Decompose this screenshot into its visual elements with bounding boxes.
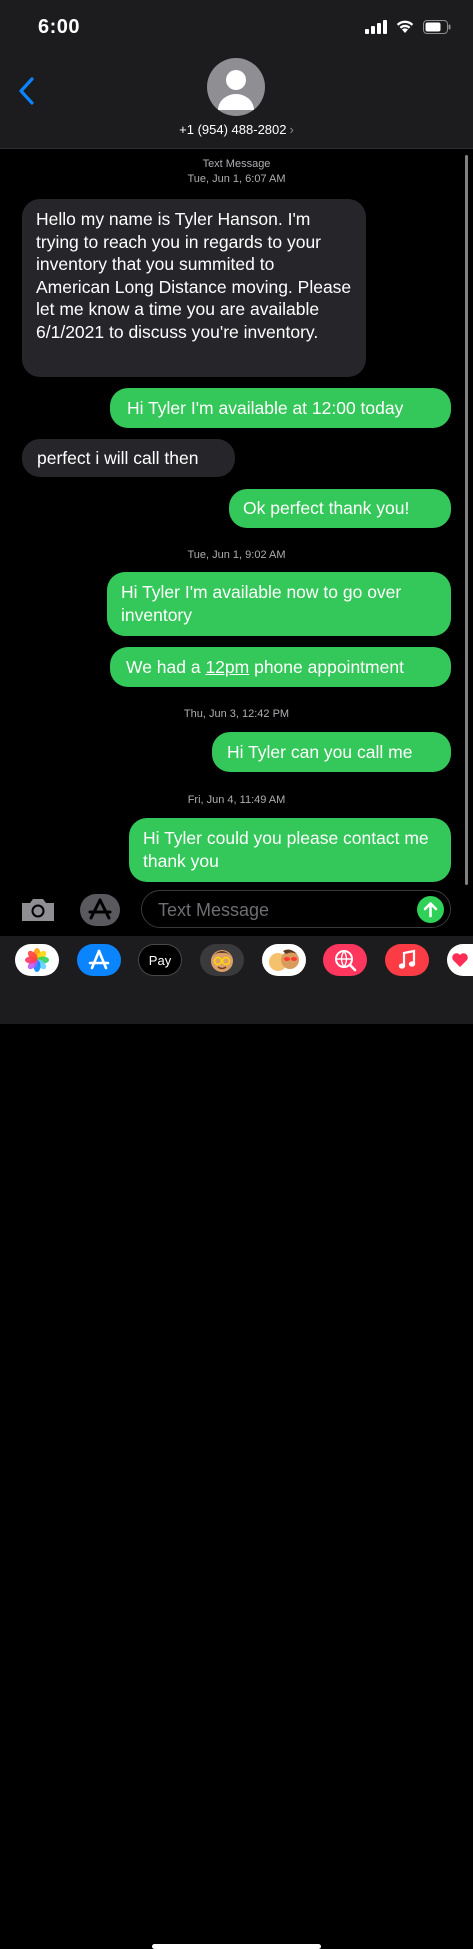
arrow-up-icon xyxy=(423,902,438,918)
photos-app[interactable] xyxy=(15,944,59,976)
chevron-right-icon: › xyxy=(289,122,294,137)
cellular-signal-icon xyxy=(365,19,387,34)
message-input-field[interactable] xyxy=(141,890,451,929)
apple-pay-label: Pay xyxy=(148,952,172,968)
person-icon xyxy=(218,70,254,110)
photos-icon xyxy=(25,948,49,972)
incoming-message[interactable]: Hello my name is Tyler Hanson. I'm tryin… xyxy=(22,199,366,377)
outgoing-message[interactable]: Ok perfect thank you! xyxy=(229,489,451,528)
memoji-app[interactable] xyxy=(200,944,244,976)
music-note-icon xyxy=(398,949,416,969)
status-time: 6:00 xyxy=(38,16,81,38)
conversation-header: +1 (954) 488-2802 › xyxy=(0,54,473,149)
timestamp: Tue, Jun 1, 9:02 AM xyxy=(187,549,286,561)
app-store-icon xyxy=(88,949,110,970)
status-icons xyxy=(365,19,451,34)
camera-icon[interactable] xyxy=(19,896,57,924)
status-bar: 6:00 xyxy=(0,0,473,54)
message-thread[interactable]: Text Message Tue, Jun 1, 6:07 AM Hello m… xyxy=(0,148,473,890)
globe-search-icon xyxy=(335,950,357,972)
message-text: We had a xyxy=(126,657,206,677)
home-indicator[interactable] xyxy=(152,1944,321,1949)
chevron-left-icon[interactable] xyxy=(16,76,38,106)
scrollbar[interactable] xyxy=(465,155,468,885)
timestamp: Tue, Jun 1, 6:07 AM xyxy=(187,173,286,185)
apple-pay-app[interactable]: Pay xyxy=(138,944,182,976)
battery-icon xyxy=(423,19,451,34)
contact-phone: +1 (954) 488-2802 xyxy=(179,122,287,137)
thread-service-label: Text Message xyxy=(202,158,271,170)
app-store-icon xyxy=(88,898,112,920)
outgoing-message[interactable]: Hi Tyler could you please contact me tha… xyxy=(129,818,451,882)
avatar[interactable] xyxy=(207,58,265,116)
web-search-app[interactable] xyxy=(323,944,367,976)
send-button[interactable] xyxy=(417,896,444,923)
message-text: phone appointment xyxy=(249,657,404,677)
app-store-app[interactable] xyxy=(77,944,121,976)
heart-icon xyxy=(452,953,468,967)
music-app[interactable] xyxy=(385,944,429,976)
time-link[interactable]: 12pm xyxy=(205,657,249,677)
incoming-message[interactable]: perfect i will call then xyxy=(22,439,235,477)
app-store-button[interactable] xyxy=(80,894,120,926)
composer-bar xyxy=(0,890,473,936)
outgoing-message[interactable]: Hi Tyler I'm available at 12:00 today xyxy=(110,388,451,428)
outgoing-message[interactable]: Hi Tyler can you call me xyxy=(212,732,451,772)
timestamp: Fri, Jun 4, 11:49 AM xyxy=(187,794,286,806)
timestamp: Thu, Jun 3, 12:42 PM xyxy=(183,708,290,720)
digital-touch-app[interactable] xyxy=(447,944,473,976)
wifi-icon xyxy=(396,20,414,33)
memoji-icon xyxy=(211,950,233,972)
outgoing-message[interactable]: Hi Tyler I'm available now to go over in… xyxy=(107,572,451,636)
memoji-stickers-app[interactable] xyxy=(262,944,306,976)
stickers-icon xyxy=(269,949,299,971)
outgoing-message[interactable]: We had a 12pm phone appointment xyxy=(110,647,451,687)
app-drawer: Pay xyxy=(0,936,473,1949)
contact-name[interactable]: +1 (954) 488-2802 › xyxy=(0,122,473,137)
message-input[interactable] xyxy=(156,891,410,929)
